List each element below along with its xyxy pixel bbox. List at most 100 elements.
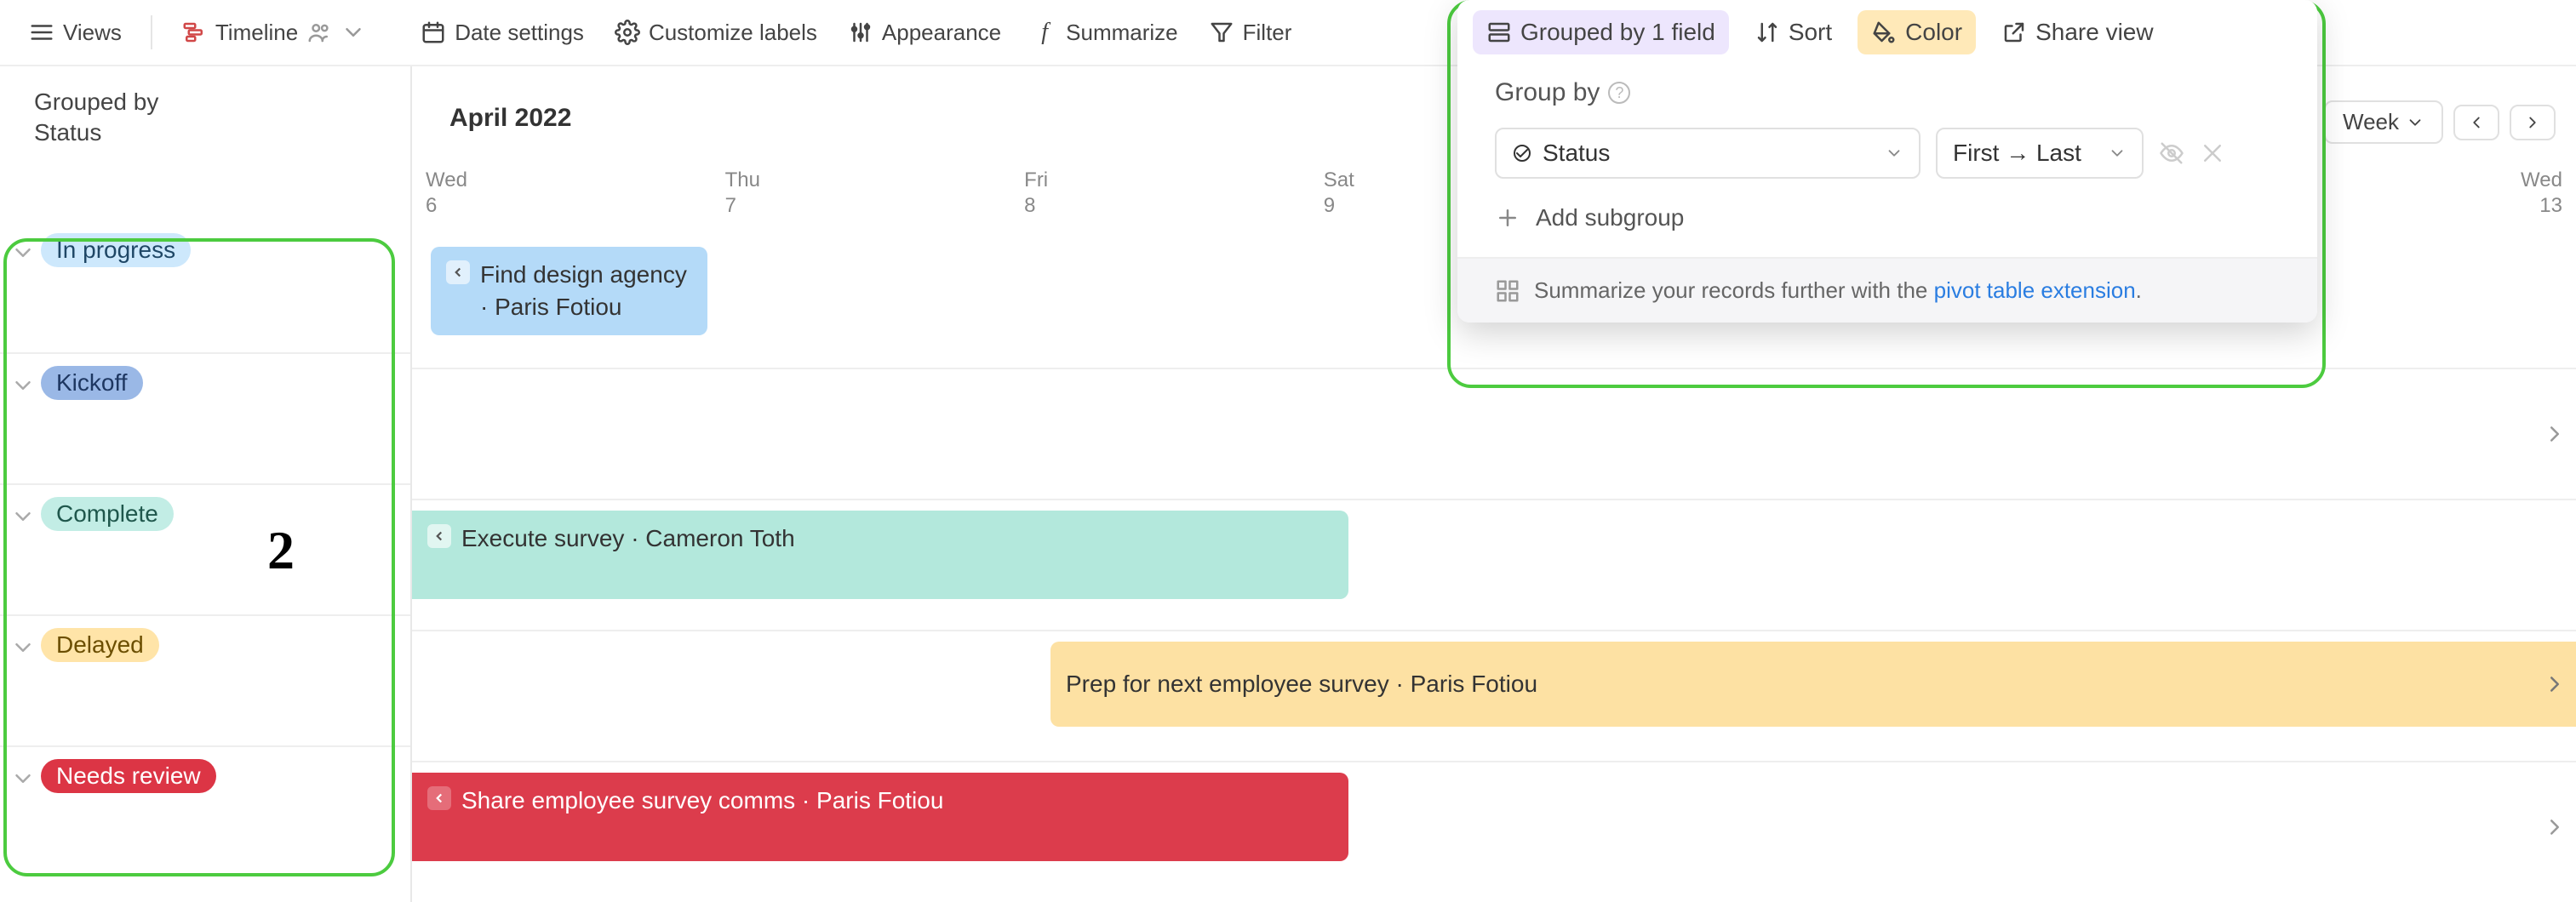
group-order-select[interactable]: First → Last — [1936, 128, 2144, 179]
close-icon[interactable] — [2200, 140, 2225, 166]
timeline-month: April 2022 — [449, 104, 571, 133]
external-link-icon — [2001, 20, 2027, 45]
chevron-right-icon[interactable] — [2542, 814, 2567, 840]
filter-label: Filter — [1243, 20, 1292, 46]
group-row-needsreview[interactable]: Needs review — [0, 745, 410, 876]
task-bar-needsreview[interactable]: Share employee survey comms · Paris Foti… — [412, 773, 1348, 861]
chevron-down-icon[interactable] — [10, 766, 36, 791]
grouped-by-label: Grouped by 1 field — [1520, 19, 1715, 46]
sidebar: Grouped by Status In progress Kickoff Co… — [0, 66, 412, 902]
group-row-delayed[interactable]: Delayed — [0, 614, 410, 745]
appearance-button[interactable]: Appearance — [836, 13, 1013, 53]
sort-icon — [1755, 20, 1780, 45]
task-bar-inprogress[interactable]: Find design agency · Paris Fotiou — [431, 247, 707, 335]
range-label: Week — [2343, 109, 2399, 135]
day-col: Thu7 — [712, 168, 1011, 218]
menu-icon — [29, 20, 54, 45]
customize-labels-button[interactable]: Customize labels — [603, 13, 829, 53]
popover-footer: Summarize your records further with the … — [1457, 257, 2317, 323]
chevron-down-icon — [2406, 113, 2424, 132]
timeline-row-delayed: Prep for next employee survey · Paris Fo… — [412, 630, 2576, 761]
chevron-down-icon[interactable] — [10, 373, 36, 398]
task-label: Prep for next employee survey · Paris Fo… — [1066, 668, 1537, 700]
task-bar-delayed[interactable]: Prep for next employee survey · Paris Fo… — [1050, 642, 2576, 727]
group-config-row: Status First → Last — [1495, 128, 2280, 179]
chevron-down-icon[interactable] — [10, 504, 36, 529]
share-view-label: Share view — [2035, 19, 2154, 46]
chevron-left-icon[interactable] — [446, 260, 470, 284]
paint-bucket-icon — [1871, 20, 1897, 45]
group-row-inprogress[interactable]: In progress — [0, 221, 410, 352]
group-row-kickoff[interactable]: Kickoff — [0, 352, 410, 483]
group-field-select[interactable]: Status — [1495, 128, 1921, 179]
views-button[interactable]: Views — [17, 13, 134, 53]
group-field-value: Status — [1543, 140, 1610, 167]
group-row-complete[interactable]: Complete — [0, 483, 410, 614]
chevron-down-icon[interactable] — [10, 240, 36, 265]
chevron-left-icon[interactable] — [427, 786, 451, 810]
grouped-by-field: Status — [34, 119, 376, 146]
day-col: Wed6 — [412, 168, 712, 218]
filter-button[interactable]: Filter — [1197, 13, 1304, 53]
chevron-down-icon — [2108, 144, 2127, 163]
color-button[interactable]: Color — [1858, 10, 1976, 54]
status-pill-complete: Complete — [41, 497, 174, 531]
next-button[interactable] — [2510, 105, 2556, 140]
date-settings-button[interactable]: Date settings — [409, 13, 596, 53]
toolbar-divider — [151, 15, 152, 49]
timeline-row-complete: Execute survey · Cameron Toth — [412, 499, 2576, 630]
sort-label: Sort — [1789, 19, 1832, 46]
filter-icon — [1209, 20, 1234, 45]
prev-button[interactable] — [2453, 105, 2499, 140]
help-icon[interactable]: ? — [1608, 82, 1630, 104]
popover-body: Group by ? Status First → Last Add subgr… — [1457, 54, 2317, 257]
timeline-body: Find design agency · Paris Fotiou Execut… — [412, 237, 2576, 892]
summarize-button[interactable]: f Summarize — [1020, 13, 1189, 53]
popover-toolbar: Grouped by 1 field Sort Color Share view — [1457, 0, 2317, 54]
grouped-by-label: Grouped by — [34, 88, 376, 116]
single-select-icon — [1512, 143, 1532, 163]
status-pill-kickoff: Kickoff — [41, 366, 143, 400]
day-col: Fri8 — [1010, 168, 1310, 218]
timeline-icon — [181, 20, 207, 45]
eye-off-icon[interactable] — [2159, 140, 2184, 166]
function-icon: f — [1032, 20, 1057, 45]
share-view-button[interactable]: Share view — [1988, 10, 2167, 54]
sliders-icon — [848, 20, 873, 45]
date-settings-label: Date settings — [455, 20, 584, 46]
group-icon — [1486, 20, 1512, 45]
chevron-down-icon[interactable] — [10, 635, 36, 660]
popover-title: Group by ? — [1495, 78, 2280, 107]
task-bar-complete[interactable]: Execute survey · Cameron Toth — [412, 511, 1348, 599]
chevron-left-icon[interactable] — [427, 524, 451, 548]
status-pill-delayed: Delayed — [41, 628, 159, 662]
sidebar-header: Grouped by Status — [0, 66, 410, 160]
chevron-right-icon — [2523, 113, 2542, 132]
task-label: Execute survey · Cameron Toth — [461, 522, 795, 555]
group-by-popover: Grouped by 1 field Sort Color Share view… — [1457, 0, 2317, 323]
grouped-by-button[interactable]: Grouped by 1 field — [1473, 10, 1729, 54]
footer-text: Summarize your records further with the … — [1534, 277, 2142, 304]
status-pill-inprogress: In progress — [41, 233, 191, 267]
pivot-link[interactable]: pivot table extension — [1934, 277, 2136, 303]
timeline-view-button[interactable]: Timeline — [169, 13, 378, 53]
annotation-label-2: 2 — [267, 519, 295, 582]
task-label: Share employee survey comms · Paris Foti… — [461, 785, 943, 817]
add-subgroup-button[interactable]: Add subgroup — [1495, 196, 2280, 240]
chevron-down-icon — [1885, 144, 1903, 163]
customize-labels-label: Customize labels — [649, 20, 817, 46]
appearance-label: Appearance — [882, 20, 1001, 46]
day-col: Wed13 — [2507, 168, 2576, 218]
timeline-row-needsreview: Share employee survey comms · Paris Foti… — [412, 761, 2576, 892]
sort-button[interactable]: Sort — [1741, 10, 1846, 54]
chevron-right-icon[interactable] — [2542, 671, 2567, 697]
range-select[interactable]: Week — [2324, 100, 2443, 144]
views-label: Views — [63, 20, 122, 46]
timeline-label: Timeline — [215, 20, 298, 46]
chevron-down-icon[interactable] — [341, 20, 366, 45]
add-subgroup-label: Add subgroup — [1536, 204, 1684, 231]
group-order-value: First → Last — [1953, 140, 2081, 167]
group-by-title: Group by — [1495, 78, 1600, 107]
calendar-icon — [421, 20, 446, 45]
chevron-right-icon[interactable] — [2542, 421, 2567, 447]
